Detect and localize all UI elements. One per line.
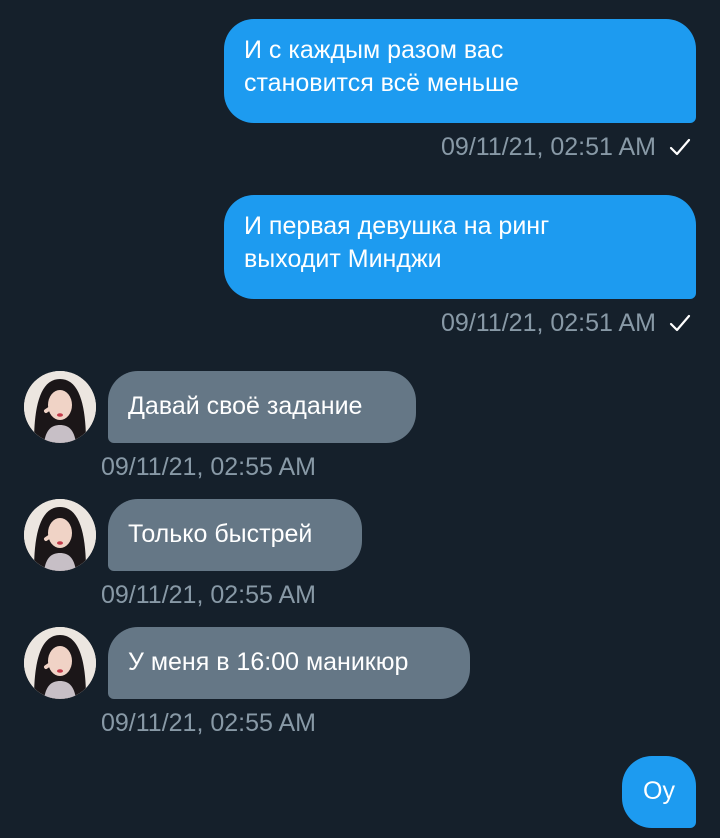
message-bubble-outgoing[interactable]: И первая девушка на ринг выходит Минджи [224,195,696,299]
check-icon [669,314,691,332]
avatar[interactable] [24,371,96,443]
check-icon [669,138,691,156]
message-timestamp: 09/11/21, 02:55 AM [101,709,316,737]
timestamp-text: 09/11/21, 02:51 AM [441,133,656,161]
message-timestamp: 09/11/21, 02:51 AM [441,132,692,162]
message-bubble-outgoing[interactable]: И с каждым разом вас становится всё мень… [224,19,696,123]
message-timestamp: 09/11/21, 02:55 AM [101,581,316,609]
message-bubble-incoming[interactable]: Давай своё задание [108,371,416,443]
message-bubble-incoming[interactable]: Только быстрей [108,499,362,571]
message-bubble-incoming[interactable]: У меня в 16:00 маникюр [108,627,470,699]
message-bubble-outgoing[interactable]: Оу [622,756,696,828]
avatar[interactable] [24,627,96,699]
avatar[interactable] [24,499,96,571]
message-timestamp: 09/11/21, 02:51 AM [441,308,692,338]
timestamp-text: 09/11/21, 02:51 AM [441,309,656,337]
message-timestamp: 09/11/21, 02:55 AM [101,453,316,481]
